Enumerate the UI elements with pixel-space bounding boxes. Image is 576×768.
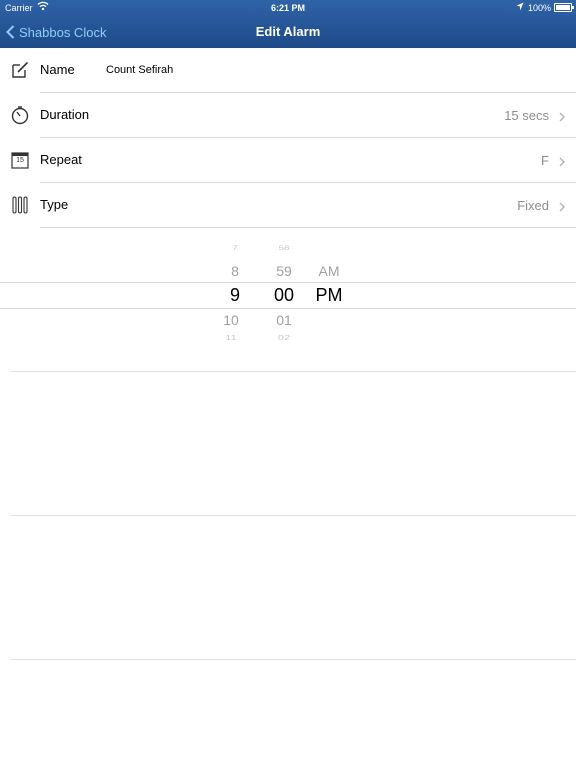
chevron-right-icon [559,199,565,217]
type-bars-icon [10,195,30,215]
battery-percent: 100% [528,3,552,13]
name-label: Name [40,62,75,77]
picker-option[interactable]: 7 [215,245,255,252]
status-bar: Carrier 6:21 PM 100% [0,0,576,16]
name-field[interactable]: Count Sefirah [106,64,173,76]
picker-option[interactable]: 10 [211,312,251,328]
picker-selected-ampm[interactable]: PM [309,285,349,306]
picker-option[interactable]: 11 [211,334,251,342]
location-icon [516,2,524,13]
empty-row-divider [11,659,576,660]
duration-label: Duration [40,107,90,122]
picker-option[interactable]: 8 [215,263,255,279]
chevron-right-icon [559,109,565,127]
picker-option[interactable]: 59 [264,263,304,279]
type-label: Type [40,197,69,212]
type-value: Fixed [517,198,549,213]
picker-selected-minute[interactable]: 00 [264,285,304,306]
status-time: 6:21 PM [270,3,305,13]
navigation-bar: Carrier 6:21 PM 100% Shabbos Clock Edit … [0,0,576,48]
empty-row-divider [11,515,576,516]
picker-selection-top-line [0,282,576,283]
repeat-row[interactable]: 15 Repeat F [0,138,576,183]
name-row[interactable]: Name Count Sefirah [0,48,576,93]
chevron-right-icon [559,154,565,172]
picker-selection-bottom-line [0,308,576,309]
time-picker[interactable]: 7 8 9 10 11 58 59 00 01 02 AM PM [0,228,576,358]
picker-option-am[interactable]: AM [309,263,349,279]
picker-option[interactable]: 58 [264,245,304,252]
calendar-icon: 15 [10,150,30,170]
picker-selected-hour[interactable]: 9 [215,285,255,306]
empty-row-divider [11,371,576,372]
picker-option[interactable]: 02 [264,334,304,342]
timer-icon [10,105,30,125]
picker-option[interactable]: 01 [264,312,304,328]
edit-icon [10,60,30,80]
repeat-value: F [541,153,549,168]
type-row[interactable]: Type Fixed [0,183,576,228]
calendar-number: 15 [16,157,24,164]
repeat-label: Repeat [40,152,82,167]
battery-icon [554,3,574,12]
duration-row[interactable]: Duration 15 secs [0,93,576,138]
duration-value: 15 secs [504,108,549,123]
page-title: Edit Alarm [255,24,321,39]
